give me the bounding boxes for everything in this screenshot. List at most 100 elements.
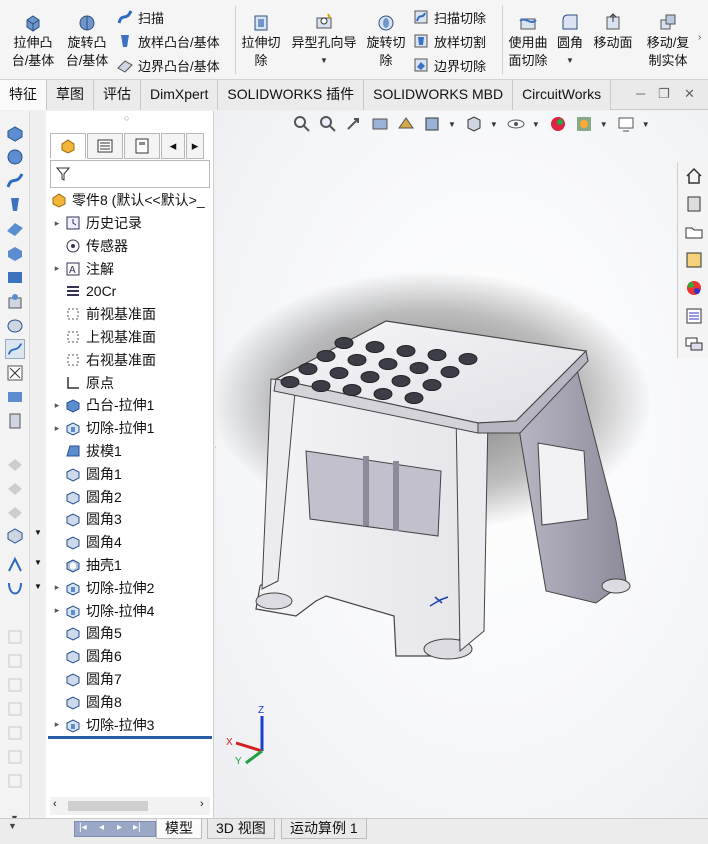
edit-appearance-icon[interactable] [548, 114, 568, 134]
tree-item[interactable]: 20Cr [50, 280, 116, 302]
tab-features[interactable]: 特征 [0, 80, 47, 110]
previous-tab-icon[interactable]: ◂ [99, 822, 104, 833]
display-style-dropdown-icon[interactable]: ▼ [490, 120, 498, 129]
zoom-to-fit-icon[interactable] [292, 114, 312, 134]
box-tool-icon[interactable] [5, 267, 25, 287]
pattern-tool-icon[interactable] [5, 525, 25, 545]
scroll-left-icon[interactable]: ‹ [53, 798, 57, 810]
custom-properties-icon[interactable] [684, 306, 704, 326]
file-explorer-icon[interactable] [684, 222, 704, 242]
tab-solidworks-addins[interactable]: SOLIDWORKS 插件 [218, 80, 365, 110]
lofted-cut-button[interactable]: 放样切割 [412, 30, 486, 52]
tree-item[interactable]: ▸ 切除-拉伸1 [50, 417, 155, 439]
next-tab-icon[interactable]: ▸ [117, 822, 122, 833]
tab-dimxpert[interactable]: DimXpert [141, 80, 219, 110]
tree-item[interactable]: 传感器 [50, 235, 128, 257]
view-settings-icon[interactable] [616, 114, 636, 134]
loft-tool-icon[interactable] [5, 195, 25, 215]
tab-evaluate[interactable]: 评估 [94, 80, 141, 110]
hide-show-dropdown-icon[interactable]: ▼ [532, 120, 540, 129]
revolve-cut-tool-icon[interactable] [5, 315, 25, 335]
expand-arrow-icon[interactable]: ▸ [50, 400, 64, 411]
tree-item[interactable]: ▸ 切除-拉伸4 [50, 600, 155, 622]
tree-item[interactable]: 圆角4 [50, 531, 122, 553]
tree-item[interactable]: 圆角7 [50, 668, 122, 690]
tab-property-manager[interactable] [87, 133, 123, 159]
first-tab-icon[interactable]: |◂ [79, 822, 87, 833]
bottom-more-icon[interactable]: ▼ [8, 821, 17, 831]
extrude-cut-button[interactable]: 拉伸切 除 [238, 0, 284, 70]
restore-icon[interactable]: ❐ [658, 86, 670, 102]
tree-item[interactable]: 右视基准面 [50, 349, 156, 371]
expand-arrow-icon[interactable]: ▸ [50, 605, 64, 616]
forum-icon[interactable] [684, 334, 704, 354]
reference-geometry-icon[interactable] [5, 555, 25, 575]
boundary-tool-icon[interactable] [5, 219, 25, 239]
zoom-area-icon[interactable] [318, 114, 338, 134]
feature-tree-filter[interactable] [50, 160, 210, 188]
display-style-icon[interactable] [464, 114, 484, 134]
dynamic-annotation-icon[interactable] [396, 114, 416, 134]
tab-model[interactable]: 模型 [156, 819, 202, 839]
boundary-cut-tool-icon[interactable] [5, 387, 25, 407]
tab-scroll-right[interactable]: ▸ [186, 133, 204, 159]
tree-item[interactable]: 圆角8 [50, 691, 122, 713]
swept-cut-tool-icon[interactable] [5, 339, 25, 359]
move-face-button[interactable]: 移动面 [590, 0, 636, 52]
fillet-dropdown-icon[interactable]: ▼ [566, 52, 574, 70]
tree-item[interactable]: ▸ 切除-拉伸3 [50, 714, 155, 736]
tree-item[interactable]: 上视基准面 [50, 326, 156, 348]
hole-wizard-dropdown-icon[interactable]: ▼ [320, 52, 328, 70]
view-orientation-icon[interactable] [422, 114, 442, 134]
hole-wizard-button[interactable]: 异型孔向导 ▼ [288, 0, 360, 70]
revolve-boss-button[interactable]: 旋转凸 台/基体 [62, 0, 112, 70]
last-tab-icon[interactable]: ▸| [133, 822, 141, 833]
rollback-bar[interactable] [48, 736, 212, 739]
scroll-right-icon[interactable]: › [200, 798, 204, 810]
reference-dropdown-icon[interactable]: ▼ [34, 558, 42, 567]
extrude-tool-icon[interactable] [5, 123, 25, 143]
tab-scroll-left[interactable]: ◂ [161, 133, 185, 159]
tree-item[interactable]: 圆角6 [50, 645, 122, 667]
tree-root-part[interactable]: 零件8 (默认<<默认>_ [50, 189, 205, 211]
expand-arrow-icon[interactable]: ▸ [50, 263, 64, 274]
lofted-cut-tool-icon[interactable] [5, 363, 25, 383]
swept-cut-button[interactable]: 扫描切除 [412, 6, 486, 28]
stool-model[interactable] [216, 111, 708, 818]
tab-solidworks-mbd[interactable]: SOLIDWORKS MBD [364, 80, 514, 110]
extrude-boss-button[interactable]: 拉伸凸 台/基体 [8, 0, 58, 70]
sweep-button[interactable]: 扫描 [116, 6, 164, 28]
design-library-icon[interactable] [684, 194, 704, 214]
tree-item[interactable]: 原点 [50, 372, 114, 394]
tree-item[interactable]: 圆角3 [50, 508, 122, 530]
view-palette-icon[interactable] [684, 250, 704, 270]
section-view-icon[interactable] [370, 114, 390, 134]
tree-item[interactable]: 圆角1 [50, 463, 122, 485]
tab-scroll-buttons[interactable]: |◂ ◂ ▸ ▸| [74, 821, 156, 837]
expand-arrow-icon[interactable]: ▸ [50, 218, 64, 229]
tree-item[interactable]: 圆角2 [50, 486, 122, 508]
tree-item[interactable]: ▸ A 注解 [50, 258, 114, 280]
surface-cut-button[interactable]: 使用曲 面切除 [505, 0, 551, 70]
move-copy-body-button[interactable]: 移动/复 制实体 [640, 0, 696, 70]
expand-arrow-icon[interactable]: ▸ [50, 423, 64, 434]
expand-arrow-icon[interactable]: ▸ [50, 582, 64, 593]
previous-view-icon[interactable] [344, 114, 364, 134]
scene-dropdown-icon[interactable]: ▼ [600, 120, 608, 129]
panel-grip-icon[interactable]: ○ [124, 113, 129, 123]
revolve-tool-icon[interactable] [5, 147, 25, 167]
boundary-boss-button[interactable]: 边界凸台/基体 [116, 54, 220, 76]
feature-tree-hscrollbar[interactable]: ‹ › [50, 797, 210, 815]
scrollbar-thumb[interactable] [68, 801, 148, 811]
tab-configuration-manager[interactable] [124, 133, 160, 159]
tree-item[interactable]: ▸ 切除-拉伸2 [50, 577, 155, 599]
minimize-icon[interactable]: ─ [636, 86, 645, 101]
revolve-cut-button[interactable]: 旋转切 除 [363, 0, 409, 70]
hide-show-items-icon[interactable] [506, 114, 526, 134]
tree-item[interactable]: ▸ 凸台-拉伸1 [50, 394, 155, 416]
cut-tool-icon[interactable] [5, 243, 25, 263]
tab-3d-view[interactable]: 3D 视图 [207, 819, 275, 839]
tab-circuitworks[interactable]: CircuitWorks [513, 80, 612, 110]
tree-item[interactable]: 圆角5 [50, 622, 122, 644]
graphics-viewport[interactable]: Z X Y [216, 111, 708, 818]
